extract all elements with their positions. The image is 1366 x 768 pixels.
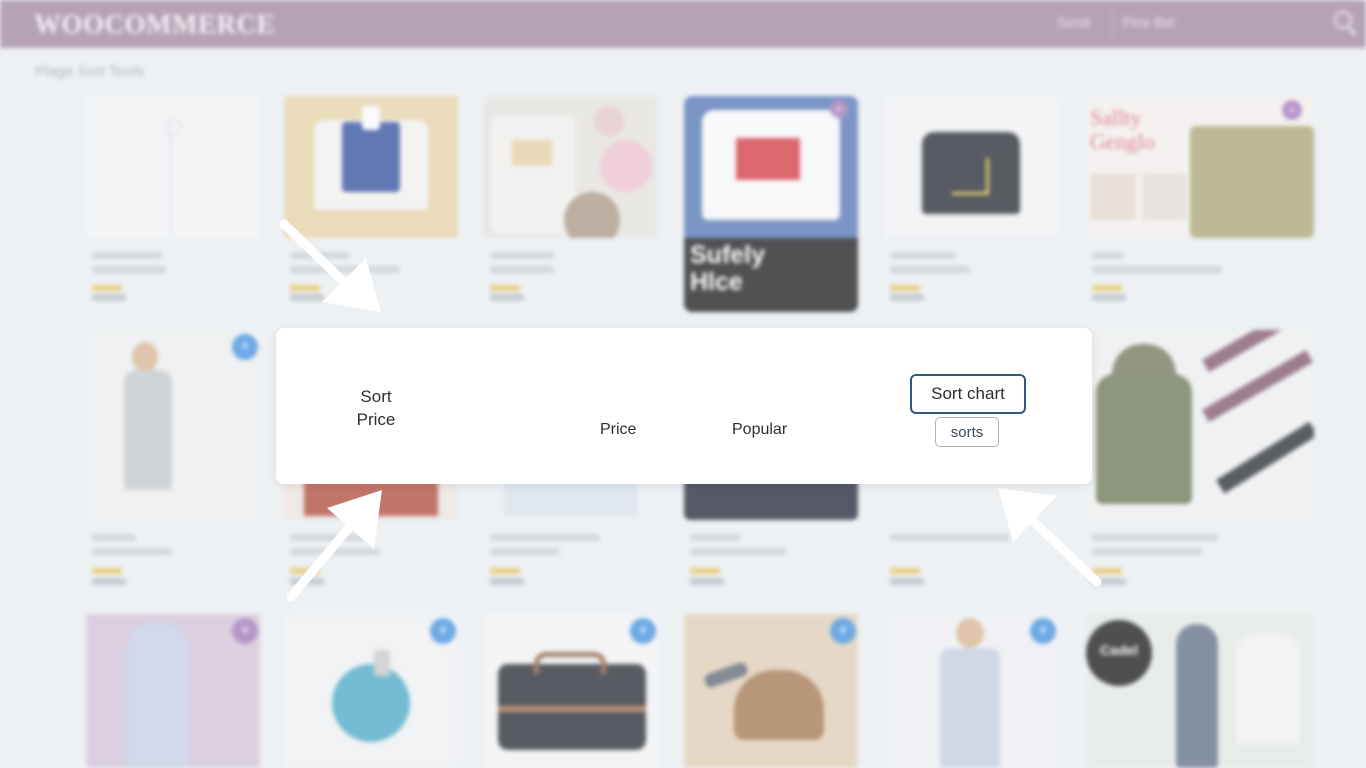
sort-option-price[interactable]: Price [600, 421, 636, 439]
arrow-icon [286, 490, 382, 602]
sort-panel: Sort Price Price Popular Sort chart sort… [276, 328, 1092, 484]
arrow-icon [998, 488, 1102, 587]
sort-option-popular[interactable]: Popular [732, 421, 787, 439]
sort-panel-title: Sort Price [356, 387, 396, 429]
sorts-button[interactable]: sorts [935, 417, 999, 447]
arrow-icon [279, 219, 381, 312]
sort-chart-button[interactable]: Sort chart [910, 374, 1026, 414]
